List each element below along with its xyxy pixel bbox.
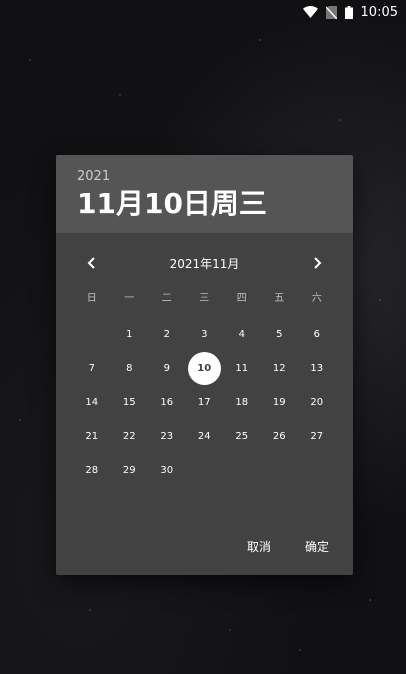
- day-cell[interactable]: 20: [298, 385, 336, 419]
- day-cell[interactable]: 29: [111, 453, 149, 487]
- day-number: 6: [313, 328, 320, 340]
- status-bar: 10:05: [0, 0, 406, 24]
- month-navigation: 2021年11月: [56, 233, 353, 293]
- day-cell[interactable]: 23: [148, 419, 186, 453]
- day-number: 21: [85, 430, 99, 442]
- week-row: 21 22 23 24 25 26 27: [56, 419, 353, 453]
- ok-button[interactable]: 确定: [295, 534, 339, 559]
- day-number: 20: [310, 396, 324, 408]
- next-month-button[interactable]: [303, 249, 331, 277]
- cancel-button[interactable]: 取消: [237, 534, 281, 559]
- day-number: 24: [197, 430, 211, 442]
- day-number: 16: [160, 396, 174, 408]
- day-cell[interactable]: 12: [261, 351, 299, 385]
- day-number: 7: [88, 362, 95, 374]
- day-number: 23: [160, 430, 174, 442]
- day-cell-selected[interactable]: 10: [186, 351, 224, 385]
- day-number: 25: [235, 430, 249, 442]
- weekday-label: 一: [124, 293, 135, 304]
- weekday-label: 二: [161, 293, 172, 304]
- day-cell[interactable]: 30: [148, 453, 186, 487]
- weekday-row: 日 一 二 三 四 五 六: [56, 291, 353, 307]
- day-number: 29: [122, 464, 136, 476]
- day-cell[interactable]: 25: [223, 419, 261, 453]
- dialog-header: 2021 11月10日周三: [56, 155, 353, 233]
- day-cell[interactable]: 3: [186, 317, 224, 351]
- day-number: 27: [310, 430, 324, 442]
- empty-day-cell: [73, 317, 111, 351]
- no-sim-icon: [325, 5, 337, 19]
- day-cell[interactable]: 4: [223, 317, 261, 351]
- day-number: 11: [235, 362, 249, 374]
- day-number: 13: [310, 362, 324, 374]
- day-number: 26: [272, 430, 286, 442]
- day-number: 2: [163, 328, 170, 340]
- day-number: 30: [160, 464, 174, 476]
- day-cell[interactable]: 11: [223, 351, 261, 385]
- day-cell[interactable]: 21: [73, 419, 111, 453]
- day-cell[interactable]: 26: [261, 419, 299, 453]
- week-row: 7 8 9 10 11 12 13: [56, 351, 353, 385]
- day-number: 1: [126, 328, 133, 340]
- day-number: 4: [238, 328, 245, 340]
- weekday-label: 六: [311, 293, 322, 304]
- chevron-right-icon: [314, 257, 322, 269]
- day-number: 8: [126, 362, 133, 374]
- day-cell[interactable]: 6: [298, 317, 336, 351]
- day-cell[interactable]: 17: [186, 385, 224, 419]
- day-cell[interactable]: 14: [73, 385, 111, 419]
- day-number: 18: [235, 396, 249, 408]
- weekday-label: 日: [86, 293, 97, 304]
- month-title: 2021年11月: [169, 256, 240, 271]
- day-number: 22: [122, 430, 136, 442]
- day-number: 14: [85, 396, 99, 408]
- day-cell[interactable]: 5: [261, 317, 299, 351]
- day-cell[interactable]: 22: [111, 419, 149, 453]
- day-number: 12: [272, 362, 286, 374]
- header-year[interactable]: 2021: [77, 169, 353, 185]
- day-cell[interactable]: 16: [148, 385, 186, 419]
- weekday-label: 五: [274, 293, 285, 304]
- battery-icon: [344, 5, 353, 19]
- day-number: 15: [122, 396, 136, 408]
- day-number: 3: [201, 328, 208, 340]
- empty-day-cell: [298, 453, 336, 487]
- wifi-icon: [302, 6, 318, 18]
- day-cell[interactable]: 19: [261, 385, 299, 419]
- day-cell[interactable]: 7: [73, 351, 111, 385]
- day-cell[interactable]: 28: [73, 453, 111, 487]
- day-cell[interactable]: 15: [111, 385, 149, 419]
- weekday-label: 三: [199, 293, 210, 304]
- day-number: 28: [85, 464, 99, 476]
- day-number: 17: [197, 396, 211, 408]
- day-number: 9: [163, 362, 170, 374]
- day-cell[interactable]: 8: [111, 351, 149, 385]
- day-cell[interactable]: 27: [298, 419, 336, 453]
- day-number: 5: [276, 328, 283, 340]
- chevron-left-icon: [87, 257, 95, 269]
- calendar-grid: 1 2 3 4 5 6 7 8 9 10 11 12 13 14 15 16 17 18 19 20 21 22 23 24 2…: [56, 317, 353, 487]
- day-cell[interactable]: 2: [148, 317, 186, 351]
- week-row: 28 29 30: [56, 453, 353, 487]
- day-number: 19: [272, 396, 286, 408]
- date-picker-dialog: 2021 11月10日周三 2021年11月 日 一 二 三 四 五 六 123…: [56, 155, 353, 575]
- week-row: 1 2 3 4 5 6: [56, 317, 353, 351]
- status-time: 10:05: [360, 4, 398, 20]
- day-cell[interactable]: 9: [148, 351, 186, 385]
- dialog-actions: 取消 确定: [223, 534, 339, 559]
- day-cell[interactable]: 18: [223, 385, 261, 419]
- week-row: 14 15 16 17 18 19 20: [56, 385, 353, 419]
- empty-day-cell: [261, 453, 299, 487]
- day-cell[interactable]: 1: [111, 317, 149, 351]
- day-cell[interactable]: 13: [298, 351, 336, 385]
- weekday-label: 四: [236, 293, 247, 304]
- empty-day-cell: [223, 453, 261, 487]
- day-cell[interactable]: 24: [186, 419, 224, 453]
- header-date[interactable]: 11月10日周三: [77, 186, 353, 222]
- prev-month-button[interactable]: [78, 249, 106, 277]
- day-number: 10: [187, 351, 221, 385]
- empty-day-cell: [186, 453, 224, 487]
